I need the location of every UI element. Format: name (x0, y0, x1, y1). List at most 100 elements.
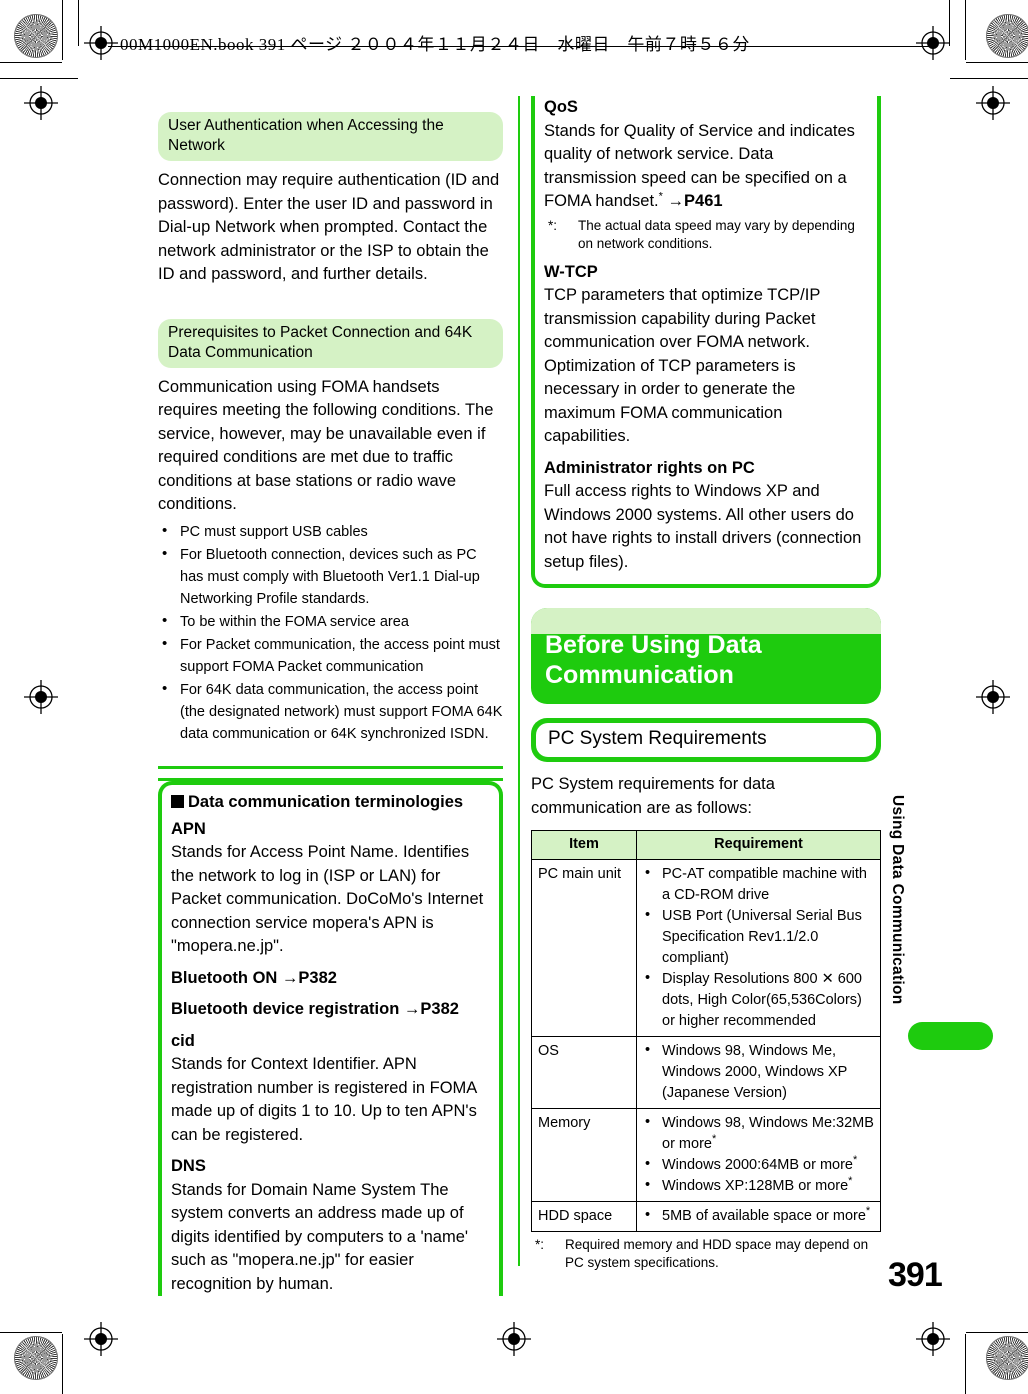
registration-target-top-left (84, 26, 118, 60)
left-column: User Authentication when Accessing the N… (158, 112, 503, 1304)
list-item: PC must support USB cables (158, 520, 503, 543)
term-dns-definition: Stands for Domain Name System The system… (171, 1180, 469, 1293)
registration-starburst-bottom-right (986, 1336, 1028, 1380)
page-number: 391 (888, 1256, 943, 1294)
section-intro-paragraph: PC System requirements for data communic… (531, 775, 775, 817)
list-item: For Bluetooth connection, devices such a… (158, 543, 503, 610)
table-cell-item: HDD space (531, 1201, 637, 1232)
table-cell-item: PC main unit (531, 859, 637, 1037)
registration-target-right-middle (976, 680, 1010, 714)
heading-prerequisites: Prerequisites to Packet Connection and 6… (158, 318, 503, 368)
trim-line-left-outer (0, 78, 78, 79)
table-footnote: *: Required memory and HDD space may dep… (531, 1236, 881, 1272)
list-item: PC-AT compatible machine with a CD-ROM d… (643, 863, 874, 906)
registration-target-left-upper (24, 86, 58, 120)
term-bluetooth-on-label: Bluetooth ON (171, 968, 278, 987)
registration-target-bottom-right (916, 1322, 950, 1356)
trim-line-left-inner (0, 62, 62, 63)
term-administrator-rights: Administrator rights on PC (544, 458, 755, 477)
table-header-row: Item Requirement (531, 830, 881, 860)
column-header-item: Item (531, 830, 637, 860)
column-divider (518, 96, 520, 1266)
table-cell-requirement: 5MB of available space or more* (636, 1201, 881, 1232)
prerequisites-bullet-list: PC must support USB cables For Bluetooth… (158, 520, 503, 745)
requirement-list: PC-AT compatible machine with a CD-ROM d… (643, 863, 874, 1032)
term-wtcp-definition: TCP parameters that optimize TCP/IP tran… (544, 286, 821, 445)
table-row: HDD space 5MB of available space or more… (531, 1201, 881, 1232)
table-footnote-mark: *: (535, 1237, 545, 1252)
trim-line-right-outer (950, 78, 1028, 79)
list-item: Windows XP:128MB or more* (643, 1175, 874, 1197)
table-row: OS Windows 98, Windows Me, Windows 2000,… (531, 1036, 881, 1109)
table-footnote-text: Required memory and HDD space may depend… (565, 1237, 869, 1270)
registration-starburst-top-left (14, 14, 58, 58)
trim-line-top-outer (78, 0, 79, 46)
pc-requirements-table: Item Requirement PC main unit PC-AT comp… (531, 830, 881, 1232)
registration-target-bottom-left (84, 1322, 118, 1356)
registration-target-right-upper (976, 86, 1010, 120)
list-item: USB Port (Universal Serial Bus Specifica… (643, 905, 874, 969)
qos-footnote-mark: *: (548, 217, 558, 233)
terminology-box-bottom: QoS Stands for Quality of Service and in… (531, 96, 881, 588)
list-item: For 64K data communication, the access p… (158, 678, 503, 745)
term-qos: QoS (544, 98, 578, 116)
green-double-rule (158, 765, 503, 781)
table-cell-requirement: Windows 98, Windows Me:32MB or more* Win… (636, 1108, 881, 1202)
list-item: To be within the FOMA service area (158, 610, 503, 633)
qos-footnote-text: The actual data speed may vary by depend… (578, 217, 855, 251)
list-item: For Packet communication, the access poi… (158, 633, 503, 678)
registration-target-bottom-center (497, 1322, 531, 1356)
table-cell-requirement: Windows 98, Windows Me, Windows 2000, Wi… (636, 1036, 881, 1109)
term-bluetooth-device-registration-reference: →P382 (403, 1000, 459, 1018)
registration-starburst-bottom-left (14, 1336, 58, 1380)
registration-target-left-middle (24, 680, 58, 714)
table-cell-item: Memory (531, 1108, 637, 1202)
terminology-box-top: Data communication terminologies APN Sta… (158, 780, 503, 1296)
table-cell-requirement: PC-AT compatible machine with a CD-ROM d… (636, 859, 881, 1037)
footnote-marker-icon: * (711, 1133, 717, 1146)
requirement-list: Windows 98, Windows Me, Windows 2000, Wi… (643, 1040, 874, 1104)
requirement-list: 5MB of available space or more* (643, 1205, 874, 1227)
term-bluetooth-device-registration: Bluetooth device registration →P382 (171, 998, 490, 1022)
right-column: QoS Stands for Quality of Service and in… (531, 96, 881, 1280)
trim-line-bottom-right-h (966, 1332, 1028, 1333)
list-item: Windows 98, Windows Me:32MB or more* (643, 1112, 874, 1155)
list-item: 5MB of available space or more* (643, 1205, 874, 1227)
trim-line-top-inner (62, 0, 63, 60)
term-wtcp: W-TCP (544, 262, 598, 281)
section-heading-box: PC System Requirements (531, 718, 881, 762)
list-item: Windows 98, Windows Me, Windows 2000, Wi… (643, 1040, 874, 1104)
term-cid: cid (171, 1031, 195, 1050)
footnote-marker-icon: * (853, 1154, 858, 1167)
term-apn-definition: Stands for Access Point Name. Identifies… (171, 843, 484, 955)
trim-line-bottom-left-h (0, 1332, 62, 1333)
terminology-box-title-text: Data communication terminologies (188, 792, 464, 811)
term-bluetooth-device-registration-label: Bluetooth device registration (171, 1000, 400, 1018)
table-row: PC main unit PC-AT compatible machine wi… (531, 859, 881, 1037)
terminology-box-title: Data communication terminologies (171, 793, 490, 812)
heading-user-authentication: User Authentication when Accessing the N… (158, 112, 503, 161)
chapter-heading-text: Before Using Data Communication (545, 631, 762, 689)
trim-line-right-inner (966, 62, 1028, 63)
trim-line-bottom-right-inner (965, 1334, 966, 1394)
footnote-marker-icon: * (658, 190, 663, 203)
footnote-marker-icon: * (865, 1205, 871, 1218)
footnote-marker-icon: * (848, 1175, 853, 1188)
term-apn: APN (171, 819, 206, 838)
table-row: Memory Windows 98, Windows Me:32MB or mo… (531, 1108, 881, 1202)
side-tab-chip (908, 1022, 993, 1050)
term-dns: DNS (171, 1157, 206, 1175)
term-cid-definition: Stands for Context Identifier. APN regis… (171, 1055, 477, 1144)
section-heading-text: PC System Requirements (536, 723, 876, 757)
registration-starburst-top-right (986, 14, 1028, 58)
term-qos-definition: Stands for Quality of Service and indica… (544, 120, 868, 214)
requirement-list: Windows 98, Windows Me:32MB or more* Win… (643, 1112, 874, 1197)
trim-line-bottom-left-inner (62, 1334, 63, 1394)
paragraph-prerequisites: Communication using FOMA handsets requir… (158, 377, 494, 514)
list-item: Windows 2000:64MB or more* (643, 1154, 874, 1176)
header-rule (108, 46, 930, 47)
term-bluetooth-on: Bluetooth ON →P382 (171, 967, 490, 991)
side-tab-label: Using Data Communication (889, 795, 906, 1005)
table-cell-item: OS (531, 1036, 637, 1109)
column-header-requirement: Requirement (636, 830, 881, 860)
